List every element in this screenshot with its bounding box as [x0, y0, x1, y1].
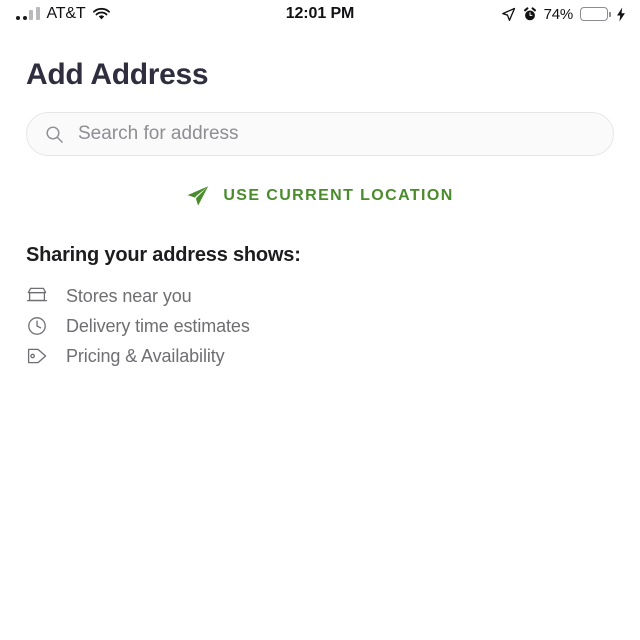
- storefront-icon: [26, 285, 48, 307]
- use-current-location-button[interactable]: Use Current Location: [26, 184, 614, 208]
- battery-icon: [580, 7, 611, 21]
- status-bar: AT&T 12:01 PM 74%: [0, 0, 640, 28]
- list-item: Delivery time estimates: [26, 311, 614, 341]
- location-arrow-icon: [501, 7, 516, 22]
- price-tag-icon: [26, 345, 48, 367]
- lightning-bolt-icon: [615, 6, 626, 22]
- paper-plane-icon: [186, 184, 210, 208]
- battery-percent-label: 74%: [543, 5, 574, 23]
- clock-icon: [26, 315, 48, 337]
- status-bar-left: AT&T: [16, 5, 111, 23]
- signal-bars-icon: [16, 7, 40, 20]
- list-item-label: Stores near you: [66, 285, 192, 306]
- page-content: Add Address Use Current Location Sharing…: [0, 60, 640, 371]
- benefits-list: Stores near you Delivery time estimates …: [26, 281, 614, 371]
- status-bar-right: 74%: [501, 6, 626, 23]
- search-input[interactable]: [78, 113, 595, 155]
- alarm-clock-icon: [523, 6, 537, 22]
- page-title: Add Address: [26, 58, 209, 91]
- benefits-heading: Sharing your address shows:: [26, 244, 301, 266]
- use-current-location-label: Use Current Location: [223, 187, 454, 204]
- list-item-label: Delivery time estimates: [66, 315, 250, 336]
- list-item: Stores near you: [26, 281, 614, 311]
- search-icon: [45, 125, 64, 144]
- carrier-label: AT&T: [46, 5, 86, 22]
- search-address-field[interactable]: [26, 112, 614, 156]
- list-item-label: Pricing & Availability: [66, 345, 225, 366]
- wifi-icon: [92, 7, 111, 21]
- list-item: Pricing & Availability: [26, 341, 614, 371]
